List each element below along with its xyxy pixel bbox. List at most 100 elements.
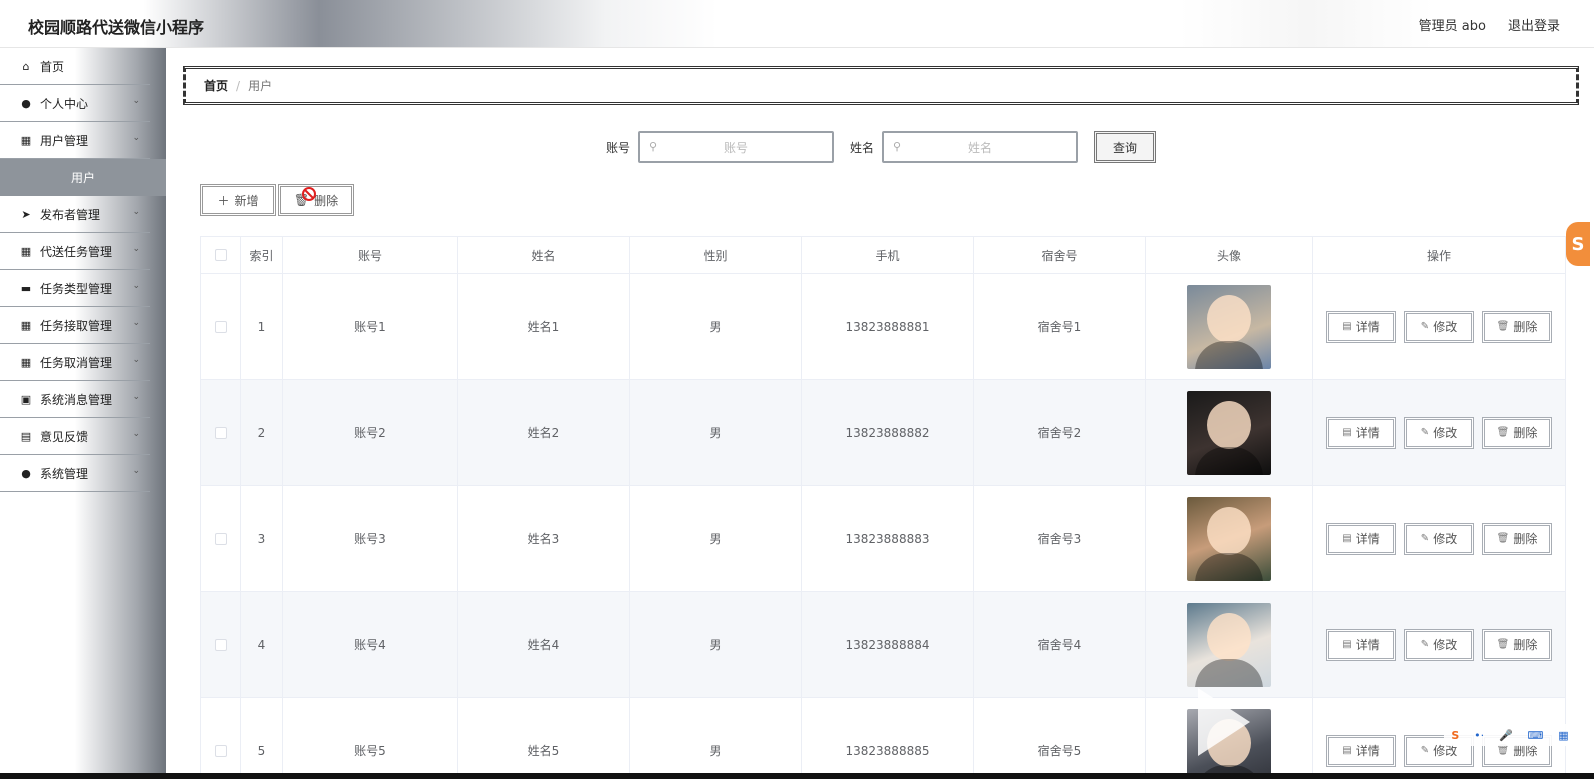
sidebar-item-label: 任务接取管理 xyxy=(40,318,113,333)
user-icon: ● xyxy=(21,466,31,480)
delete-label: 删除 xyxy=(314,193,339,208)
row-checkbox[interactable] xyxy=(214,426,227,439)
select-all-cell[interactable] xyxy=(200,237,241,273)
top-bar: 校园顺路代送微信小程序 管理员 abo 退出登录 xyxy=(0,0,1594,48)
keyboard-icon[interactable]: ⌨ xyxy=(1527,729,1543,742)
floating-s-badge-icon[interactable]: S xyxy=(1566,222,1590,266)
cell-account: 账号5 xyxy=(283,698,458,779)
cell-gender: 男 xyxy=(630,274,802,379)
detail-label: 详情 xyxy=(1355,320,1380,334)
delete-label: 删除 xyxy=(1513,532,1538,546)
edit-button[interactable]: ✎ 修改 xyxy=(1404,628,1474,661)
column-header: 姓名 xyxy=(458,237,630,273)
cell-index: 3 xyxy=(241,486,283,591)
search-icon: ⚲ xyxy=(893,140,902,153)
cell-avatar xyxy=(1146,592,1313,697)
detail-button[interactable]: ▤ 详情 xyxy=(1326,310,1396,343)
sidebar-item-8[interactable]: ▣ 系统消息管理 ⌄ xyxy=(0,381,150,418)
batch-delete-button[interactable]: 🗑 删除 xyxy=(278,184,354,216)
microphone-icon[interactable]: 🎤 xyxy=(1499,729,1513,742)
detail-button[interactable]: ▤ 详情 xyxy=(1326,522,1396,555)
edit-button[interactable]: ✎ 修改 xyxy=(1404,310,1474,343)
sidebar-item-label: 任务类型管理 xyxy=(40,281,113,296)
chevron-down-icon: ⌄ xyxy=(132,244,140,254)
sidebar: ⌂ 首页 ● 个人中心 ⌄ ▦ 用户管理 ⌄ 用户 ➤ 发布者管理 ⌄ ▦ 代送任务管理 ⌄ ▬ 任务类型管理 ⌄… xyxy=(0,48,166,773)
breadcrumb: 首页 / 用户 xyxy=(183,66,1579,105)
table-row: 3 账号3 姓名3 男 13823888883 宿舍号3 ▤ 详情 ✎ 修改 🗑 删除 xyxy=(200,486,1566,592)
detail-button[interactable]: ▤ 详情 xyxy=(1326,628,1396,661)
sidebar-item-1[interactable]: ● 个人中心 ⌄ xyxy=(0,85,150,122)
trash-icon: 🗑 xyxy=(1496,745,1510,756)
row-checkbox[interactable] xyxy=(214,744,227,757)
chevron-down-icon: ⌄ xyxy=(132,207,140,217)
grid-icon: ▦ xyxy=(20,244,32,258)
play-icon[interactable] xyxy=(1198,688,1250,756)
grid-icon[interactable]: ▦ xyxy=(1558,729,1568,742)
avatar xyxy=(1187,496,1271,581)
floating-toolbar[interactable]: S •· 🎤 ⌨ ▦ xyxy=(1444,724,1576,746)
cell-index: 5 xyxy=(241,698,283,779)
cell-dorm: 宿舍号1 xyxy=(974,274,1146,379)
delete-label: 删除 xyxy=(1513,638,1538,652)
detail-button[interactable]: ▤ 详情 xyxy=(1326,416,1396,449)
detail-label: 详情 xyxy=(1355,638,1380,652)
delete-button[interactable]: 🗑 删除 xyxy=(1482,522,1552,555)
dots-icon[interactable]: •· xyxy=(1474,729,1484,742)
grid-icon: ▦ xyxy=(20,355,32,369)
sidebar-item-5[interactable]: ▬ 任务类型管理 ⌄ xyxy=(0,270,150,307)
cell-index: 2 xyxy=(241,380,283,485)
account-search-input[interactable]: ⚲ 账号 xyxy=(638,131,835,163)
name-search-input[interactable]: ⚲ 姓名 xyxy=(882,131,1079,163)
edit-label: 修改 xyxy=(1433,320,1458,334)
avatar xyxy=(1187,602,1271,687)
select-all-checkbox[interactable] xyxy=(214,249,227,261)
pencil-icon: ✎ xyxy=(1420,639,1430,650)
breadcrumb-home[interactable]: 首页 xyxy=(204,77,228,94)
sidebar-item-7[interactable]: ▦ 任务取消管理 ⌄ xyxy=(0,344,150,381)
detail-button[interactable]: ▤ 详情 xyxy=(1326,734,1396,767)
send-icon: ➤ xyxy=(21,207,31,221)
query-button[interactable]: 查询 xyxy=(1094,131,1157,163)
delete-button[interactable]: 🗑 删除 xyxy=(1482,416,1552,449)
not-allowed-cursor-icon xyxy=(302,187,316,201)
row-checkbox[interactable] xyxy=(214,320,227,333)
sidebar-subitem-users[interactable]: 用户 xyxy=(0,159,166,196)
edit-button[interactable]: ✎ 修改 xyxy=(1404,522,1474,555)
table-row: 4 账号4 姓名4 男 13823888884 宿舍号4 ▤ 详情 ✎ 修改 🗑 删除 xyxy=(200,592,1566,698)
edit-button[interactable]: ✎ 修改 xyxy=(1404,416,1474,449)
sidebar-item-0[interactable]: ⌂ 首页 xyxy=(0,48,150,85)
add-button[interactable]: ＋ 新增 xyxy=(200,184,276,216)
add-label: 新增 xyxy=(234,193,259,208)
row-select-cell xyxy=(200,274,241,379)
cell-dorm: 宿舍号3 xyxy=(974,486,1146,591)
cell-phone: 13823888885 xyxy=(802,698,974,779)
cell-actions: ▤ 详情 ✎ 修改 🗑 删除 xyxy=(1313,486,1566,591)
row-checkbox[interactable] xyxy=(214,638,227,651)
avatar xyxy=(1187,284,1271,369)
bottom-edge xyxy=(0,773,1594,779)
sidebar-item-2[interactable]: ▦ 用户管理 ⌄ xyxy=(0,122,150,159)
cell-gender: 男 xyxy=(630,698,802,779)
search-bar: 账号 ⚲ 账号 姓名 ⚲ 姓名 查询 xyxy=(606,131,1157,163)
sidebar-item-10[interactable]: ● 系统管理 ⌄ xyxy=(0,455,150,492)
chevron-down-icon: ⌄ xyxy=(132,466,140,476)
delete-button[interactable]: 🗑 删除 xyxy=(1482,310,1552,343)
sidebar-item-label: 用户管理 xyxy=(40,133,89,148)
sidebar-item-3[interactable]: ➤ 发布者管理 ⌄ xyxy=(0,196,150,233)
cell-name: 姓名2 xyxy=(458,380,630,485)
sidebar-item-label: 代送任务管理 xyxy=(40,244,113,259)
home-icon: ⌂ xyxy=(22,59,30,73)
row-checkbox[interactable] xyxy=(214,532,227,545)
trash-icon: 🗑 xyxy=(1496,427,1510,438)
column-header: 头像 xyxy=(1146,237,1313,273)
cell-name: 姓名5 xyxy=(458,698,630,779)
cell-avatar xyxy=(1146,380,1313,485)
sidebar-item-9[interactable]: ▤ 意见反馈 ⌄ xyxy=(0,418,150,455)
document-icon: ▤ xyxy=(1342,427,1352,438)
cell-account: 账号1 xyxy=(283,274,458,379)
cell-index: 1 xyxy=(241,274,283,379)
sidebar-item-6[interactable]: ▦ 任务接取管理 ⌄ xyxy=(0,307,150,344)
delete-button[interactable]: 🗑 删除 xyxy=(1482,628,1552,661)
sidebar-item-4[interactable]: ▦ 代送任务管理 ⌄ xyxy=(0,233,150,270)
logout-link[interactable]: 退出登录 xyxy=(1508,15,1560,34)
